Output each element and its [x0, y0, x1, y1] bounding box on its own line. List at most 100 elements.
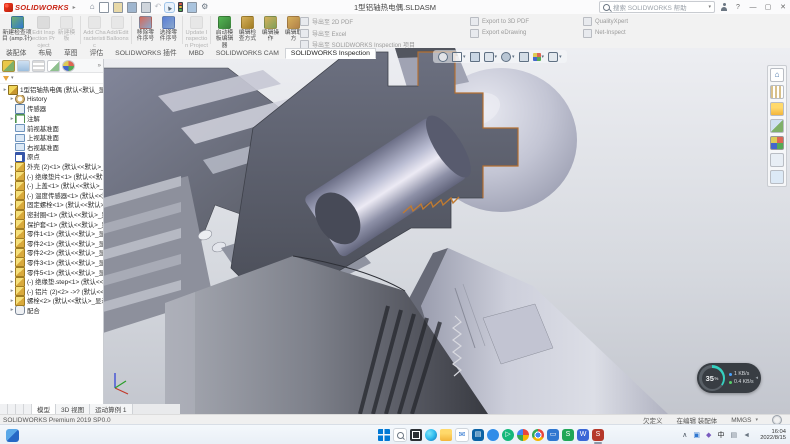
select-balloons-button[interactable]: 选择零件序号 — [157, 15, 180, 43]
pane-splitter-button[interactable] — [16, 404, 24, 414]
hide-show-items-icon[interactable] — [519, 52, 529, 62]
home-icon[interactable]: ⌂ — [90, 2, 95, 12]
tree-item-component[interactable]: ▸(-) 绝缘垫片<1> (默认<<默认>_显 — [1, 171, 103, 181]
tab-mbd[interactable]: MBD — [183, 48, 210, 59]
caret-icon[interactable]: ▾ — [463, 54, 466, 60]
file-explorer-taskbar-icon[interactable] — [440, 429, 452, 441]
options-gear-icon[interactable]: ⚙ — [201, 2, 208, 12]
property-manager-tab-icon[interactable] — [17, 60, 30, 72]
mail-app-icon[interactable]: ✉ — [455, 428, 469, 442]
caret-icon[interactable]: ▾ — [495, 54, 498, 60]
onedrive-icon[interactable]: ▣ — [693, 431, 700, 439]
taskbar-search-icon[interactable] — [393, 428, 407, 442]
tree-item-component[interactable]: ▸零件2<2> (默认<<默认>_显示状态 — [1, 248, 103, 258]
feature-manager-tab-icon[interactable] — [2, 60, 15, 72]
section-view-icon[interactable] — [470, 52, 480, 62]
panel-tabs-overflow-icon[interactable]: » — [98, 63, 101, 69]
custom-properties-icon[interactable] — [770, 153, 784, 167]
login-user-icon[interactable] — [720, 3, 728, 12]
edit-appearance-icon[interactable] — [533, 53, 541, 61]
keyboard-icon[interactable]: ▤ — [730, 431, 737, 439]
video-app-icon[interactable]: ▷ — [502, 429, 514, 441]
solidworks-resources-icon[interactable]: ⌂ — [770, 68, 784, 82]
save-icon[interactable] — [127, 2, 137, 13]
tree-root-assembly[interactable]: ▸ 1型铝轴热电偶 (默认<默认_显示状态-1> — [1, 85, 103, 95]
tree-filter-row[interactable]: ▾ — [0, 73, 103, 84]
caret-icon[interactable]: ▾ — [512, 54, 515, 60]
tab-evaluate[interactable]: 评估 — [84, 45, 110, 59]
tree-item-origin[interactable]: 原点 — [1, 152, 103, 162]
tab-inspection[interactable]: SOLIDWORKS Inspection — [285, 48, 376, 59]
remote-app-icon[interactable]: ▭ — [547, 429, 559, 441]
launch-template-editor-button[interactable]: 启动模板编辑器 — [213, 15, 236, 49]
tree-item-top-plane[interactable]: 上视基准面 — [1, 133, 103, 143]
s-app-icon[interactable]: S — [562, 429, 574, 441]
tree-item-component[interactable]: ▸外壳 (2)<1> (默认<<默认>_显示状 — [1, 162, 103, 172]
view-orientation-icon[interactable] — [484, 52, 494, 62]
view-tab-3d-views[interactable]: 3D 视图 — [56, 404, 90, 414]
filter-caret-icon[interactable]: ▾ — [11, 75, 14, 81]
tree-item-right-plane[interactable]: 右视基准面 — [1, 143, 103, 153]
tree-item-sensors[interactable]: 传感器 — [1, 104, 103, 114]
wps-office-icon[interactable]: W — [577, 429, 589, 441]
remove-balloons-button[interactable]: 移除零件序号 — [134, 15, 157, 43]
help-search-input[interactable]: 搜索 SOLIDWORKS 帮助 ▾ — [599, 1, 715, 13]
tree-item-component[interactable]: ▸(-) 温度传感器<1> (默认<<默认>_ — [1, 191, 103, 201]
widgets-icon[interactable] — [6, 429, 19, 442]
tree-item-component[interactable]: ▸保护套<1> (默认<<默认>_显示状 — [1, 219, 103, 229]
overlay-collapse-icon[interactable]: ◂ — [755, 375, 758, 381]
task-view-icon[interactable] — [410, 429, 422, 441]
menu-expand-arrow-icon[interactable]: ▸ — [73, 4, 76, 11]
display-style-icon[interactable] — [501, 52, 511, 62]
file-properties-icon[interactable] — [187, 2, 197, 13]
dimxpert-manager-tab-icon[interactable] — [47, 60, 60, 72]
file-explorer-icon[interactable] — [770, 102, 784, 116]
store-app-icon[interactable]: ▤ — [472, 429, 484, 441]
tab-addins[interactable]: SOLIDWORKS 插件 — [109, 45, 183, 59]
pane-splitter-button[interactable] — [0, 404, 8, 414]
volume-icon[interactable]: ◄ — [743, 432, 750, 439]
tree-item-mates[interactable]: ▸配合 — [1, 306, 103, 316]
chrome-icon[interactable] — [532, 429, 544, 441]
forum-icon[interactable] — [770, 170, 784, 184]
tree-item-component[interactable]: ▸零件5<1> (默认<<默认>_显示状态 — [1, 267, 103, 277]
tree-item-component[interactable]: ▸零件3<1> (默认<<默认>_显示状态 — [1, 258, 103, 268]
tab-cam[interactable]: SOLIDWORKS CAM — [210, 48, 285, 59]
net-speed-overlay[interactable]: 35% 1 KB/s 0.4 KB/s ◂ — [697, 363, 761, 393]
tray-expand-icon[interactable]: ∧ — [682, 431, 687, 439]
edit-operation-button[interactable]: 编辑操作 — [259, 15, 282, 43]
appearances-icon[interactable] — [770, 136, 784, 150]
caret-icon[interactable]: ▾ — [542, 54, 545, 60]
edit-inspection-method-button[interactable]: 编辑检查方式 — [236, 15, 259, 43]
units-caret-icon[interactable]: ▾ — [755, 417, 758, 423]
tab-sketch[interactable]: 草图 — [58, 45, 84, 59]
security-icon[interactable]: ◆ — [706, 431, 711, 439]
help-button[interactable]: ? — [733, 4, 743, 11]
select-tool-icon[interactable]: ▲ — [165, 3, 174, 12]
tree-item-component[interactable]: ▸密封圈<1> (默认<<默认>_显示状 — [1, 210, 103, 220]
tree-item-component[interactable]: ▸零件1<1> (默认<<默认>_显示状态 — [1, 229, 103, 239]
tree-item-component[interactable]: ▸(-) 铝片 (2)<2> ->? (默认<<默认 — [1, 286, 103, 296]
solidworks-taskbar-icon[interactable]: S — [592, 429, 604, 441]
search-caret-icon[interactable]: ▾ — [708, 4, 711, 10]
ime-mode-indicator[interactable]: 中 — [717, 430, 724, 440]
units-selector[interactable]: MMGS — [731, 417, 751, 424]
new-inspection-project-button[interactable]: 新建检查项目 (amp.针) — [2, 15, 32, 43]
display-manager-tab-icon[interactable] — [62, 60, 75, 72]
configuration-manager-tab-icon[interactable] — [32, 60, 45, 72]
open-icon[interactable] — [113, 2, 123, 13]
tab-layout[interactable]: 布局 — [32, 45, 58, 59]
graphics-viewport[interactable]: ▾ ▾ ▾ ▾ ▾ ⌂ 35% 1 — [103, 48, 790, 414]
pane-splitter-button[interactable] — [24, 404, 32, 414]
zoom-fit-icon[interactable] — [438, 52, 448, 62]
caret-icon[interactable]: ▾ — [559, 54, 562, 60]
tree-item-component[interactable]: ▸(-) 绝缘垫.step<1> (默认<<默认 — [1, 277, 103, 287]
maximize-button[interactable]: ▢ — [763, 3, 773, 11]
new-document-icon[interactable] — [99, 2, 109, 13]
close-button[interactable]: ✕ — [778, 3, 788, 11]
cloud-app-icon[interactable] — [487, 429, 499, 441]
browser-360-icon[interactable] — [517, 429, 529, 441]
zoom-to-area-icon[interactable] — [452, 52, 462, 62]
view-settings-icon[interactable] — [548, 52, 558, 62]
tree-item-component[interactable]: ▸(-) 上盖<1> (默认<<默认>_显示状 — [1, 181, 103, 191]
